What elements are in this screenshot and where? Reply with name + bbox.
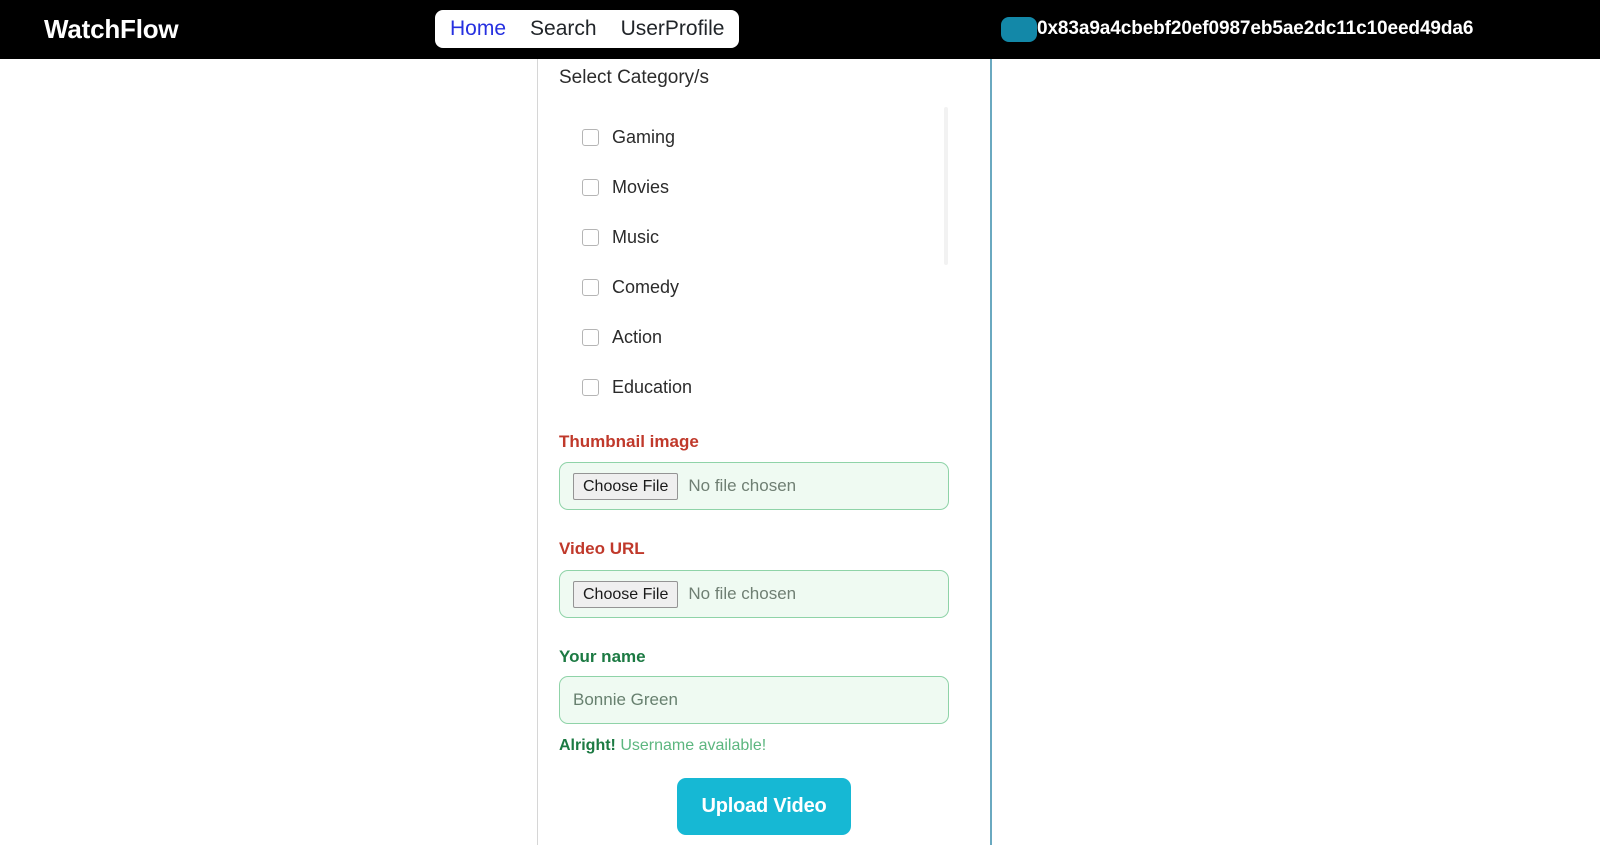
nav-link-search[interactable]: Search <box>518 10 609 48</box>
category-checkbox-list: Gaming Movies Music Comedy Action Educat… <box>550 105 960 405</box>
category-option-label: Education <box>612 377 693 397</box>
category-option-label: Gaming <box>612 127 676 147</box>
page-body: Select Category/s Gaming Movies Music Co… <box>0 59 1600 845</box>
video-url-label: Video URL <box>559 539 645 558</box>
nav-link-home[interactable]: Home <box>438 10 518 48</box>
upload-video-button[interactable]: Upload Video <box>677 778 851 835</box>
wallet-account[interactable]: 0x83a9a4cbebf20ef0987eb5ae2dc11c10eed49d… <box>1001 13 1473 45</box>
avatar <box>1001 16 1037 42</box>
category-option-label: Movies <box>612 177 670 197</box>
category-option-music[interactable]: Music <box>582 226 659 248</box>
right-column-divider <box>990 59 992 845</box>
checkbox-icon[interactable] <box>582 178 599 196</box>
category-option-label: Comedy <box>612 277 680 297</box>
checkbox-icon[interactable] <box>582 328 599 346</box>
your-name-input-wrapper[interactable] <box>559 676 949 724</box>
thumbnail-file-status: No file chosen <box>688 476 797 495</box>
category-option-label: Action <box>612 327 663 347</box>
category-option-comedy[interactable]: Comedy <box>582 276 679 298</box>
checkbox-icon[interactable] <box>582 228 599 246</box>
nav-link-userprofile[interactable]: UserProfile <box>609 10 737 48</box>
thumbnail-choose-file-button[interactable]: Choose File <box>573 472 679 500</box>
checkbox-icon[interactable] <box>582 128 599 146</box>
username-availability-strong: Alright! <box>559 737 616 754</box>
video-file-status: No file chosen <box>688 584 797 603</box>
checkbox-icon[interactable] <box>582 378 599 396</box>
category-option-gaming[interactable]: Gaming <box>582 126 675 148</box>
your-name-input[interactable] <box>573 689 933 711</box>
app-brand-logo[interactable]: WatchFlow <box>44 13 179 45</box>
your-name-label: Your name <box>559 647 646 666</box>
submit-row: Upload Video <box>538 778 990 835</box>
category-option-action[interactable]: Action <box>582 326 662 348</box>
select-category-label: Select Category/s <box>559 67 709 88</box>
video-url-file-input[interactable]: Choose File No file chosen <box>559 570 949 618</box>
upload-video-form: Select Category/s Gaming Movies Music Co… <box>538 59 990 845</box>
category-option-movies[interactable]: Movies <box>582 176 669 198</box>
primary-nav: Home Search UserProfile <box>435 10 740 48</box>
video-choose-file-button[interactable]: Choose File <box>573 580 679 608</box>
wallet-address-text: 0x83a9a4cbebf20ef0987eb5ae2dc11c10eed49d… <box>1037 18 1474 39</box>
username-availability-text: Username available! <box>620 737 767 754</box>
category-option-label: Music <box>612 227 660 247</box>
thumbnail-image-file-input[interactable]: Choose File No file chosen <box>559 462 949 510</box>
navbar: WatchFlow Home Search UserProfile 0x83a9… <box>0 0 1600 59</box>
username-availability-message: Alright! Username available! <box>559 735 766 757</box>
category-option-education[interactable]: Education <box>582 376 692 398</box>
category-list-scrollbar-thumb[interactable] <box>944 107 948 265</box>
checkbox-icon[interactable] <box>582 278 599 296</box>
thumbnail-image-label: Thumbnail image <box>559 432 699 451</box>
